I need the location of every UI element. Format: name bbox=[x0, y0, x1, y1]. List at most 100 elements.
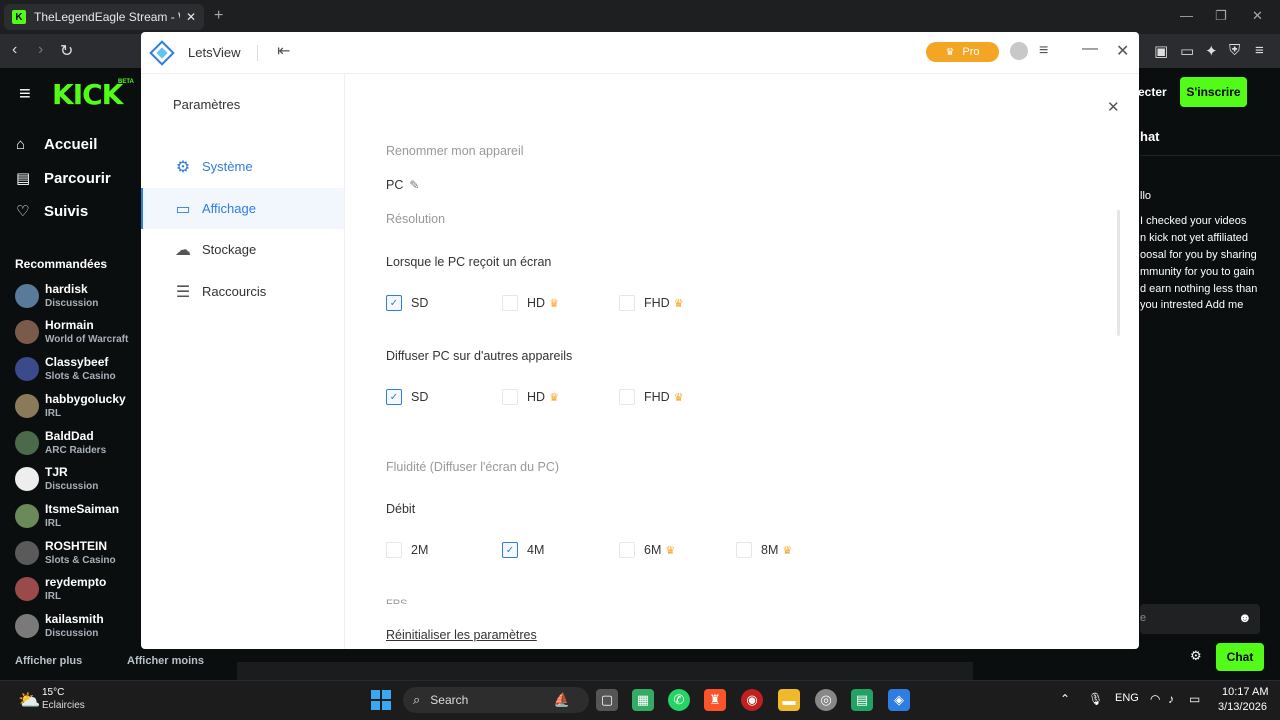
minimize-icon[interactable]: — bbox=[1082, 40, 1098, 58]
hamburger-menu-icon[interactable]: ≡ bbox=[19, 83, 31, 106]
option-2m[interactable]: 2M bbox=[386, 542, 428, 558]
sidebar-toggle-icon[interactable]: ▣ bbox=[1154, 42, 1168, 60]
checkbox[interactable] bbox=[386, 542, 402, 558]
sidebar-item-display[interactable]: ▭ Affichage bbox=[141, 188, 344, 229]
nav-home[interactable]: ⌂ Accueil bbox=[16, 136, 97, 153]
checkbox[interactable]: ✓ bbox=[502, 542, 518, 558]
option-hd[interactable]: HD ♛ bbox=[502, 295, 559, 311]
window-minimize-button[interactable]: — bbox=[1180, 8, 1193, 23]
back-icon[interactable]: ‹ bbox=[12, 41, 17, 59]
option-fhd[interactable]: FHD ♛ bbox=[619, 295, 684, 311]
user-avatar-icon[interactable] bbox=[1010, 42, 1028, 60]
chat-settings-icon[interactable]: ⚙ bbox=[1190, 648, 1202, 664]
option-hd[interactable]: HD ♛ bbox=[502, 389, 559, 405]
reload-icon[interactable]: ↻ bbox=[60, 41, 73, 61]
crown-icon: ♛ bbox=[673, 297, 684, 310]
option-6m[interactable]: 6M ♛ bbox=[619, 542, 675, 558]
player-bottom-bar bbox=[237, 662, 973, 680]
brave-icon[interactable]: ♜ bbox=[704, 689, 726, 711]
checkbox[interactable] bbox=[502, 389, 518, 405]
tray-expand-icon[interactable]: ⌃ bbox=[1060, 692, 1070, 706]
checkbox[interactable] bbox=[736, 542, 752, 558]
weather-sun-icon[interactable]: ⛅ bbox=[18, 690, 40, 711]
microphone-icon[interactable]: 🎙 bbox=[1088, 692, 1103, 706]
channel-item[interactable]: kailasmith Discussion bbox=[15, 612, 145, 644]
start-button[interactable] bbox=[371, 690, 391, 710]
channel-item[interactable]: Hormain World of Warcraft bbox=[15, 318, 145, 350]
signup-button[interactable]: S'inscrire bbox=[1180, 77, 1247, 107]
shield-icon[interactable]: ⛨ bbox=[1229, 42, 1240, 59]
letsview-taskbar-icon[interactable]: ◈ bbox=[888, 689, 910, 711]
taskbar-time[interactable]: 10:17 AM bbox=[1222, 686, 1268, 698]
sidebar-item-label: Système bbox=[202, 159, 253, 174]
store-icon[interactable]: ▦ bbox=[632, 689, 654, 711]
nav-following[interactable]: ♡ Suivis bbox=[16, 202, 88, 221]
wallet-icon[interactable]: ▭ bbox=[1180, 42, 1194, 60]
channel-name: hardisk bbox=[45, 282, 88, 296]
option-label: HD bbox=[527, 296, 546, 310]
option-8m[interactable]: 8M ♛ bbox=[736, 542, 792, 558]
window-close-button[interactable]: ✕ bbox=[1252, 8, 1263, 24]
login-link[interactable]: ecter bbox=[1138, 85, 1167, 99]
channel-item[interactable]: habbygolucky IRL bbox=[15, 392, 145, 424]
whatsapp-icon[interactable]: ✆ bbox=[668, 689, 690, 711]
show-more-link[interactable]: Afficher plus bbox=[15, 655, 82, 667]
battery-icon[interactable]: ▭ bbox=[1189, 692, 1200, 706]
task-view-icon[interactable]: ▢ bbox=[596, 689, 618, 711]
channel-category: IRL bbox=[45, 518, 62, 529]
option-sd[interactable]: ✓ SD bbox=[386, 389, 428, 405]
checkbox[interactable] bbox=[619, 542, 635, 558]
reset-settings-link[interactable]: Réinitialiser les paramètres bbox=[386, 628, 537, 642]
edit-icon[interactable]: ✎ bbox=[409, 178, 419, 192]
wifi-icon[interactable]: ◠ bbox=[1150, 692, 1160, 706]
new-tab-button[interactable]: + bbox=[214, 7, 223, 25]
kick-logo[interactable]: KICK bbox=[52, 78, 123, 111]
channel-item[interactable]: TJR Discussion bbox=[15, 465, 145, 497]
channel-item[interactable]: hardisk Discussion bbox=[15, 282, 145, 314]
channel-name: habbygolucky bbox=[45, 392, 126, 406]
menu-icon[interactable]: ≡ bbox=[1039, 42, 1048, 60]
weather-temperature: 15°C bbox=[42, 687, 65, 698]
checkbox[interactable] bbox=[619, 295, 635, 311]
ai-sparkle-icon[interactable]: ✦ bbox=[1205, 42, 1218, 60]
channel-category: World of Warcraft bbox=[45, 334, 129, 345]
chrome-icon[interactable]: ◎ bbox=[815, 689, 837, 711]
show-less-link[interactable]: Afficher moins bbox=[127, 655, 204, 667]
channel-item[interactable]: BaldDad ARC Raiders bbox=[15, 429, 145, 461]
checkbox[interactable]: ✓ bbox=[386, 389, 402, 405]
settings-close-icon[interactable]: ✕ bbox=[1107, 98, 1120, 116]
taskbar-date[interactable]: 3/13/2026 bbox=[1218, 701, 1267, 713]
sidebar-item-label: Stockage bbox=[202, 242, 257, 257]
sidebar-item-shortcuts[interactable]: ☰ Raccourcis bbox=[141, 271, 344, 312]
sidebar-item-storage[interactable]: ☁ Stockage bbox=[141, 229, 344, 270]
option-sd[interactable]: ✓ SD bbox=[386, 295, 428, 311]
window-maximize-button[interactable]: ❐ bbox=[1215, 8, 1227, 24]
file-explorer-icon[interactable]: ▬ bbox=[778, 689, 800, 711]
browser-tab[interactable]: K TheLegendEagle Stream - Watch ✕ bbox=[4, 4, 204, 30]
language-indicator[interactable]: ENG bbox=[1115, 692, 1139, 704]
channel-item[interactable]: ItsmeSaiman IRL bbox=[15, 502, 145, 534]
game-app-icon[interactable]: ◉ bbox=[741, 689, 763, 711]
forward-icon[interactable]: › bbox=[38, 41, 43, 59]
spreadsheet-icon[interactable]: ▤ bbox=[851, 689, 873, 711]
emoji-icon[interactable]: ☻ bbox=[1238, 610, 1252, 625]
channel-item[interactable]: ROSHTEIN Slots & Casino bbox=[15, 539, 145, 571]
volume-icon[interactable]: ♪ bbox=[1168, 692, 1174, 706]
collapse-menu-icon[interactable]: ⇤ bbox=[277, 41, 290, 61]
option-fhd[interactable]: FHD ♛ bbox=[619, 389, 684, 405]
option-4m[interactable]: ✓ 4M bbox=[502, 542, 544, 558]
pro-button[interactable]: ♛ Pro bbox=[926, 42, 999, 62]
close-icon[interactable]: ✕ bbox=[1116, 41, 1129, 61]
tab-close-icon[interactable]: ✕ bbox=[186, 10, 196, 24]
channel-item[interactable]: Classybeef Slots & Casino bbox=[15, 355, 145, 387]
settings-scrollbar[interactable] bbox=[1117, 210, 1120, 336]
sidebar-item-system[interactable]: ⚙ Système bbox=[141, 146, 344, 187]
chat-input[interactable]: e ☻ bbox=[1140, 604, 1260, 634]
nav-browse[interactable]: ▤ Parcourir bbox=[16, 169, 111, 188]
checkbox[interactable]: ✓ bbox=[386, 295, 402, 311]
channel-item[interactable]: reydempto IRL bbox=[15, 575, 145, 607]
chat-send-button[interactable]: Chat bbox=[1216, 643, 1264, 671]
checkbox[interactable] bbox=[619, 389, 635, 405]
checkbox[interactable] bbox=[502, 295, 518, 311]
browser-menu-icon[interactable]: ≡ bbox=[1255, 42, 1264, 59]
